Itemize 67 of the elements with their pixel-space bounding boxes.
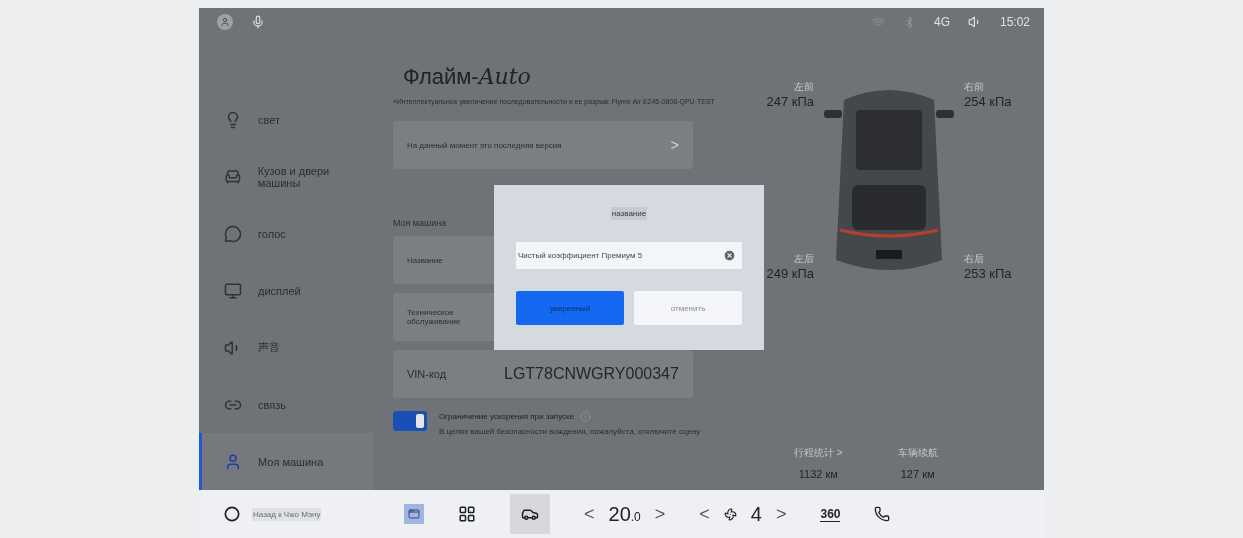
sidebar-item[interactable]: 声音 <box>199 319 373 377</box>
microphone-icon[interactable] <box>251 15 265 29</box>
window-icon <box>408 508 420 520</box>
chevron: > <box>670 137 679 153</box>
avatar-icon[interactable] <box>217 14 233 30</box>
temperature-value: 20.0 <box>608 502 641 526</box>
update-row[interactable]: На данный момент это последняя версия > <box>392 121 693 169</box>
stat-label[interactable]: 行程统计 > <box>794 446 843 460</box>
seat-icon <box>224 168 242 187</box>
setting-label: Ограничение ускорения при запуске <box>438 412 575 421</box>
home-icon[interactable] <box>224 506 240 522</box>
sidebar-label: Моя машина <box>258 455 324 468</box>
row-label: Название <box>406 255 443 265</box>
section-title: Моя машина <box>392 218 448 228</box>
wifi-icon <box>871 15 885 29</box>
sidebar-item[interactable]: Кузов и двери машины <box>199 148 373 206</box>
input-field[interactable]: Чистый коэффициент Премиум 5 <box>516 242 742 269</box>
tire-pressure: 249 кПа <box>766 266 814 281</box>
sidebar-item[interactable]: Моя машина <box>199 433 373 490</box>
stat-value: 1132 км <box>798 468 838 480</box>
tire-pressure: 247 кПа <box>766 94 814 109</box>
info-row[interactable]: VIN-код LGT78CNWGRY000347 <box>392 350 693 398</box>
tire-position: 右后 <box>964 252 984 266</box>
sidebar-label: дисплей <box>258 285 301 297</box>
network-indicator: 4G <box>933 15 950 29</box>
row-label: Техническое обслуживание <box>406 308 462 326</box>
sidebar-label: голос <box>258 228 286 241</box>
temperature-up[interactable]: > <box>654 503 666 525</box>
fan-up[interactable]: > <box>775 503 787 525</box>
sidebar-label: Кузов и двери машины <box>257 165 331 190</box>
view-360-button[interactable]: 360 <box>820 506 841 522</box>
toggle-switch[interactable] <box>392 411 427 431</box>
phone-icon[interactable] <box>874 506 891 522</box>
row-value: LGT78CNWGRY000347 <box>504 365 679 383</box>
sidebar-item[interactable]: дисплей <box>199 262 373 320</box>
apps-grid-icon[interactable] <box>458 505 476 523</box>
brand-logo: Флайм-Auto <box>402 64 532 90</box>
tire-pressure: 254 кПа <box>964 94 1012 109</box>
tire-position: 左后 <box>794 252 814 266</box>
cancel-button[interactable]: отменить <box>634 291 742 325</box>
stat-label: 车辆续航 <box>897 446 938 460</box>
display-icon <box>224 282 242 300</box>
car-button[interactable] <box>510 494 550 534</box>
row-label: VIN-код <box>406 368 447 380</box>
sidebar-item[interactable]: свет <box>199 92 373 149</box>
speech-bubble-icon <box>224 225 242 244</box>
clock: 15:02 <box>999 15 1030 29</box>
tire-position: 右前 <box>964 80 984 94</box>
sidebar-item[interactable]: связь <box>199 376 373 434</box>
sidebar-item[interactable]: голос <box>199 205 373 263</box>
confirm-button[interactable]: уверенный <box>516 291 624 325</box>
sidebar-label: связь <box>258 398 286 411</box>
fan-level: 4 <box>750 502 762 526</box>
app-button[interactable] <box>404 504 424 524</box>
temperature-down[interactable]: < <box>584 503 595 525</box>
stat-value: 127 км <box>900 468 935 480</box>
sidebar-label: свет <box>258 114 280 127</box>
setting-description: В целях вашей безопасности вождения, пожалуйста, отключите сцену <box>438 427 701 436</box>
fan-icon <box>723 507 737 521</box>
tire-pressure: 253 кПа <box>964 266 1012 281</box>
user-icon <box>224 452 242 471</box>
sidebar-label: 声音 <box>258 340 280 356</box>
dialog-title: название <box>610 207 648 220</box>
fan-down[interactable]: < <box>699 503 710 525</box>
clear-icon[interactable] <box>723 249 736 262</box>
tire-position: 左前 <box>794 80 814 94</box>
back-label[interactable]: Назад к Чжо Мэну <box>252 507 322 521</box>
